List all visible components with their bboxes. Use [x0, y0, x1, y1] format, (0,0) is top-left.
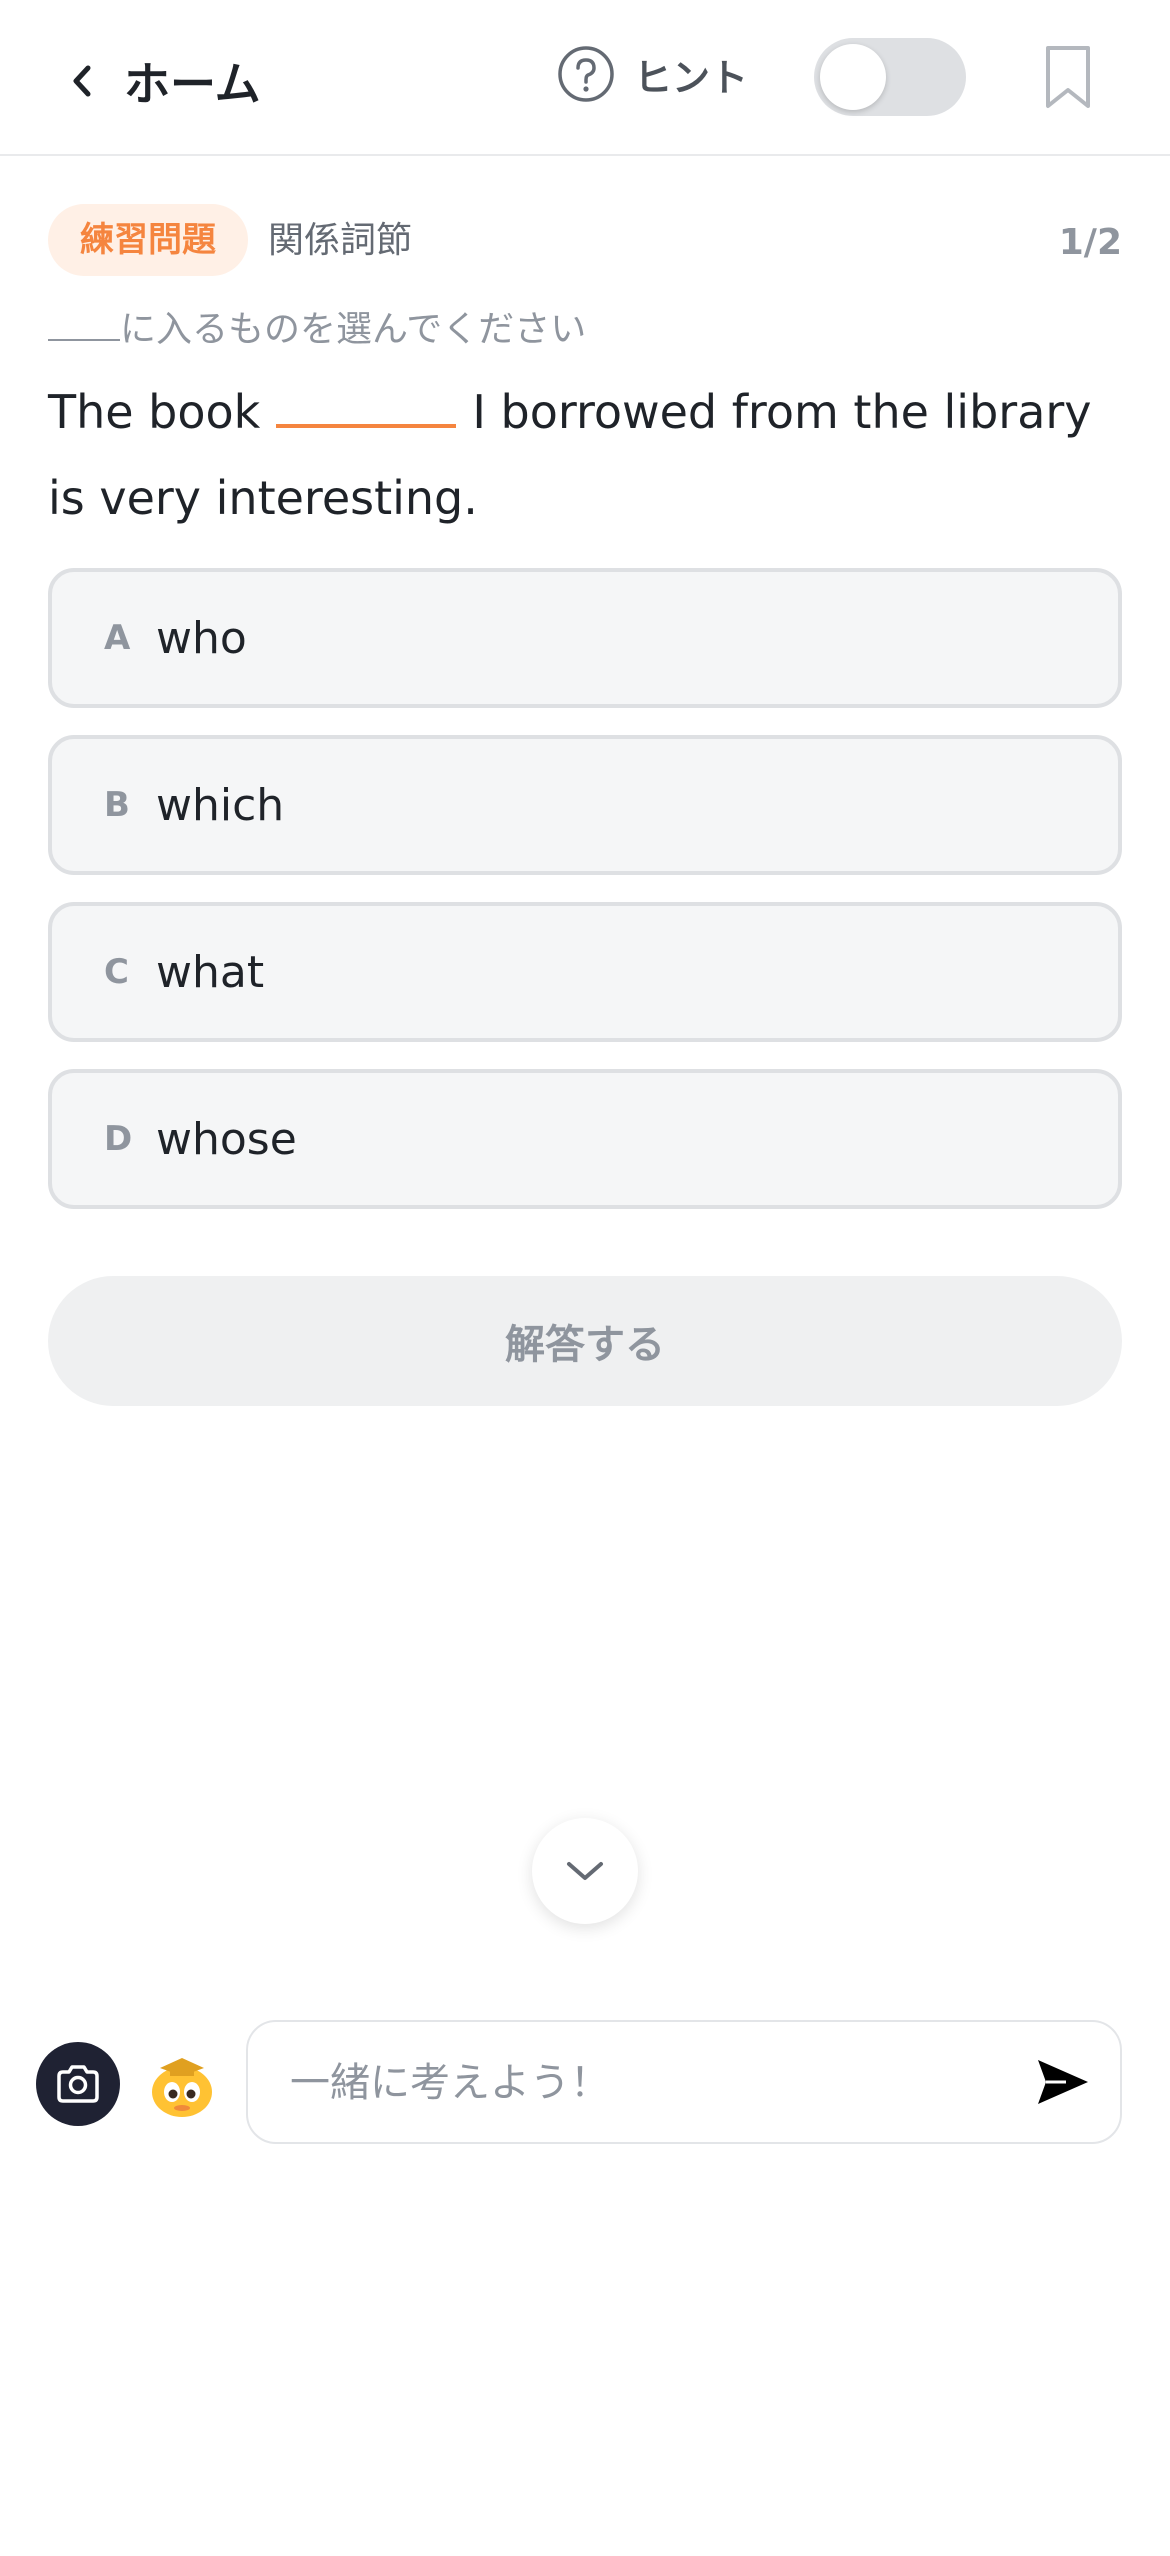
chevron-left-icon	[73, 65, 91, 97]
chat-input[interactable]	[288, 2022, 1012, 2144]
question-circle-icon	[558, 46, 614, 102]
toggle-knob	[820, 44, 886, 110]
option-a[interactable]: A who	[48, 568, 1122, 708]
back-label: ホーム	[124, 57, 261, 111]
option-letter: B	[104, 785, 130, 825]
bookmark-icon[interactable]	[1038, 42, 1098, 112]
question-progress: 1/2	[1058, 222, 1122, 263]
answer-blank	[276, 366, 457, 428]
practice-tag: 練習問題	[48, 204, 248, 276]
option-text: whose	[156, 1113, 297, 1165]
option-letter: A	[104, 618, 131, 658]
hint-toggle[interactable]	[814, 38, 966, 116]
question-text: The book I borrowed from the library is v…	[48, 366, 1128, 541]
instruction: に入るものを選んでください	[48, 300, 586, 360]
option-d[interactable]: D whose	[48, 1069, 1122, 1209]
camera-icon	[57, 2065, 99, 2103]
chevron-down-icon	[567, 1862, 603, 1880]
question-text-before: The book	[48, 385, 261, 439]
scroll-down-button[interactable]	[532, 1818, 638, 1924]
mascot-icon[interactable]	[146, 2048, 218, 2120]
send-icon[interactable]	[1032, 2054, 1092, 2110]
back-button[interactable]: ホーム	[62, 48, 261, 114]
option-text: what	[156, 946, 265, 998]
option-b[interactable]: B which	[48, 735, 1122, 875]
option-c[interactable]: C what	[48, 902, 1122, 1042]
option-text: who	[156, 612, 247, 664]
chat-input-box	[246, 2020, 1122, 2144]
submit-button[interactable]: 解答する	[48, 1276, 1122, 1406]
top-bar: ホーム ヒント	[0, 0, 1170, 156]
hint-control[interactable]: ヒント	[556, 44, 748, 104]
hint-label: ヒント	[634, 55, 749, 100]
instruction-blank-line	[48, 313, 120, 341]
instruction-text: に入るものを選んでください	[120, 309, 587, 350]
option-text: which	[156, 779, 285, 831]
option-letter: D	[104, 1119, 133, 1159]
answer-options: A who B which C what D whose	[48, 568, 1122, 1236]
camera-button[interactable]	[36, 2042, 120, 2126]
option-letter: C	[104, 952, 129, 992]
topic-label: 関係詞節	[268, 220, 413, 261]
